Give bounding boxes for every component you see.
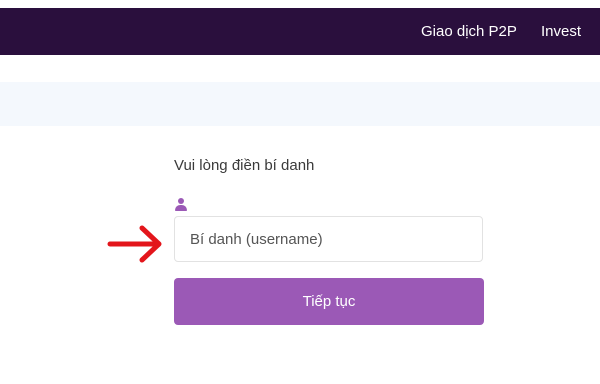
nav-link-invest[interactable]: Invest (541, 8, 581, 55)
top-strip (0, 0, 600, 8)
user-icon (175, 198, 187, 211)
continue-button[interactable]: Tiếp tục (174, 278, 484, 325)
red-arrow-icon (107, 225, 162, 263)
alias-prompt-label: Vui lòng điền bí danh (174, 157, 315, 174)
username-input[interactable] (174, 216, 483, 262)
sub-header-bar (0, 82, 600, 126)
top-navbar: Giao dịch P2P Invest (0, 8, 600, 55)
nav-link-p2p-trading[interactable]: Giao dịch P2P (421, 8, 517, 55)
